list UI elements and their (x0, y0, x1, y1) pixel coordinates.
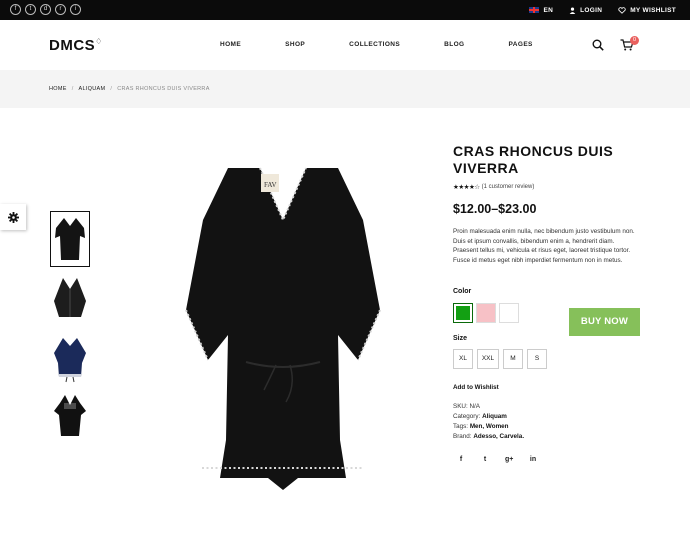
add-to-wishlist-link[interactable]: Add to Wishlist (453, 384, 499, 391)
social-links: f t d r i (10, 4, 81, 15)
product-rating: ★★★★☆ (1 customer review) (453, 183, 653, 191)
linkedin-share-icon[interactable]: in (529, 456, 537, 463)
google-plus-share-icon[interactable]: g+ (505, 456, 513, 463)
size-option-xl[interactable]: XL (453, 349, 473, 369)
rss-icon[interactable]: r (55, 4, 66, 15)
product-description: Proin malesuada enim nulla, nec bibendum… (453, 228, 635, 264)
size-option-s[interactable]: S (527, 349, 547, 369)
user-icon (569, 6, 576, 14)
uk-flag-icon (529, 7, 540, 13)
twitter-icon[interactable]: t (25, 4, 36, 15)
category-row: Category: Aliquam (453, 412, 524, 422)
product-meta: SKU: N/A Category: Aliquam Tags: Men, Wo… (453, 402, 524, 442)
logo-text: DMCS (49, 37, 96, 54)
product-info: CRAS RHONCUS DUIS VIVERRA ★★★★☆ (1 custo… (453, 143, 653, 463)
category-link[interactable]: Aliquam (482, 413, 507, 420)
wishlist-label: MY WISHLIST (630, 6, 676, 14)
main-nav: HOME SHOP COLLECTIONS BLOG PAGES (220, 41, 577, 48)
product-price: $12.00–$23.00 (453, 202, 537, 216)
share-links: f t g+ in (457, 456, 537, 463)
facebook-share-icon[interactable]: f (457, 456, 465, 463)
cart-count-badge: 0 (630, 36, 639, 45)
gear-icon (7, 211, 19, 223)
size-options: XL XXL M S (453, 349, 547, 369)
color-swatch-pink[interactable] (476, 303, 496, 323)
nav-collections[interactable]: COLLECTIONS (349, 41, 400, 48)
wishlist-link[interactable]: MY WISHLIST (618, 7, 676, 14)
breadcrumb-home[interactable]: HOME (49, 86, 67, 92)
logo[interactable]: DMCS♢ (49, 37, 103, 54)
nav-home[interactable]: HOME (220, 41, 241, 48)
sku-row: SKU: N/A (453, 402, 524, 412)
site-header: DMCS♢ HOME SHOP COLLECTIONS BLOG PAGES 0 (0, 20, 690, 70)
product-thumbnail[interactable] (50, 388, 90, 444)
diamond-icon: ♢ (95, 37, 103, 46)
language-label: EN (543, 6, 554, 14)
login-link[interactable]: LOGIN (569, 7, 602, 14)
buy-now-button[interactable]: BUY NOW (569, 308, 640, 336)
size-label: Size (453, 335, 468, 342)
language-selector[interactable]: EN (529, 7, 553, 14)
brand-links[interactable]: Adesso, Carvela. (473, 433, 524, 440)
tunic-thumbnail-image (54, 338, 86, 383)
size-option-xxl[interactable]: XXL (477, 349, 499, 369)
top-right-links: EN LOGIN MY WISHLIST (529, 0, 676, 20)
nav-blog[interactable]: BLOG (444, 41, 464, 48)
search-icon[interactable] (592, 39, 604, 51)
product-main-image[interactable]: FAV (158, 140, 408, 520)
heart-icon (618, 6, 626, 14)
product-thumbnail[interactable] (50, 330, 90, 386)
dribbble-icon[interactable]: d (40, 4, 51, 15)
top-bar: f t d r i EN LOGIN MY WISHLIST (0, 0, 690, 20)
review-count-link[interactable]: (1 customer review) (482, 184, 535, 190)
breadcrumb-bar: HOME / ALIQUAM / CRAS RHONCUS DUIS VIVER… (0, 70, 690, 108)
size-option-m[interactable]: M (503, 349, 523, 369)
breadcrumb-current: CRAS RHONCUS DUIS VIVERRA (117, 86, 210, 92)
star-rating-icon: ★★★★☆ (453, 184, 480, 191)
breadcrumb-category[interactable]: ALIQUAM (79, 86, 106, 92)
twitter-share-icon[interactable]: t (481, 456, 489, 463)
color-swatches (453, 303, 519, 323)
product-title: CRAS RHONCUS DUIS VIVERRA (453, 143, 614, 176)
instagram-icon[interactable]: i (70, 4, 81, 15)
color-swatch-green[interactable] (453, 303, 473, 323)
dress-thumbnail-image (55, 218, 85, 260)
svg-text:FAV: FAV (264, 181, 277, 189)
nav-pages[interactable]: PAGES (509, 41, 533, 48)
tags-row: Tags: Men, Women (453, 422, 524, 432)
tags-links[interactable]: Men, Women (470, 423, 509, 430)
brand-label: Brand: (453, 433, 472, 440)
color-label: Color (453, 288, 472, 295)
brand-row: Brand: Adesso, Carvela. (453, 432, 524, 442)
breadcrumb: HOME / ALIQUAM / CRAS RHONCUS DUIS VIVER… (49, 86, 210, 92)
breadcrumb-separator: / (110, 86, 113, 92)
sku-label: SKU: (453, 403, 468, 410)
color-swatch-white[interactable] (499, 303, 519, 323)
kaftan-thumbnail-image (54, 278, 86, 317)
sku-value: N/A (469, 403, 480, 410)
settings-toggle[interactable] (0, 204, 26, 230)
tags-label: Tags: (453, 423, 469, 430)
breadcrumb-separator: / (71, 86, 74, 92)
nav-shop[interactable]: SHOP (285, 41, 305, 48)
product-thumbnail[interactable] (50, 270, 90, 326)
login-label: LOGIN (580, 6, 603, 14)
cold-shoulder-thumbnail-image (54, 395, 86, 436)
category-label: Category: (453, 413, 481, 420)
product-thumbnail[interactable] (50, 211, 90, 267)
facebook-icon[interactable]: f (10, 4, 21, 15)
